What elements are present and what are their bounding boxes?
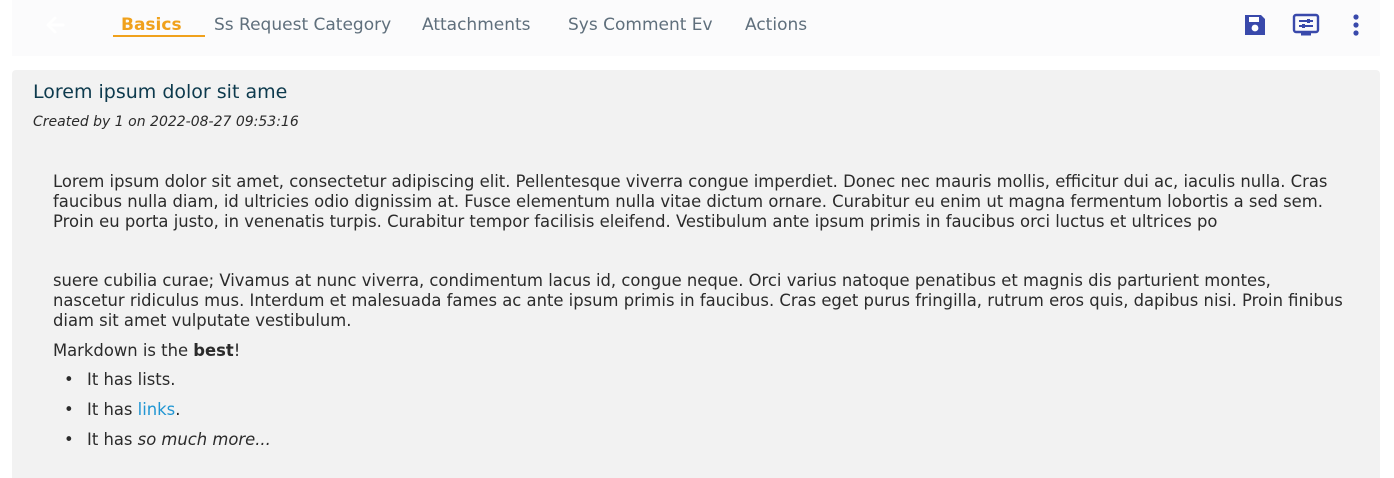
- md-bold-text: best: [193, 341, 234, 360]
- list-item-italic: so much more...: [137, 430, 271, 449]
- record-panel: Lorem ipsum dolor sit ame Created by 1 o…: [12, 70, 1380, 478]
- back-arrow-icon[interactable]: [42, 12, 68, 38]
- record-title: Lorem ipsum dolor sit ame: [33, 81, 288, 103]
- list-item-text: It has lists.: [87, 370, 176, 389]
- list-item-suffix: .: [175, 400, 181, 419]
- tab-attachments[interactable]: Attachments: [422, 0, 531, 40]
- tab-basics[interactable]: Basics: [121, 0, 182, 40]
- tab-actions[interactable]: Actions: [745, 0, 807, 40]
- bullet-icon: •: [64, 400, 74, 419]
- list-item-text: It has: [87, 400, 138, 419]
- active-tab-indicator: [113, 35, 205, 37]
- save-icon[interactable]: [1242, 12, 1268, 42]
- bullet-icon: •: [64, 430, 74, 449]
- tab-ss-request-category[interactable]: Ss Request Category: [214, 0, 391, 40]
- tab-sys-comment-ev[interactable]: Sys Comment Ev: [568, 0, 713, 40]
- list-item-text: It has: [87, 430, 138, 449]
- list-item: • It has so much more...: [64, 430, 1343, 450]
- top-tab-bar: Basics Ss Request Category Attachments S…: [12, 0, 1380, 56]
- paragraph-2: suere cubilia curae; Vivamus at nunc viv…: [53, 271, 1343, 330]
- bullet-icon: •: [64, 370, 74, 389]
- more-vertical-icon[interactable]: [1346, 12, 1366, 42]
- md-suffix-text: !: [233, 341, 241, 360]
- bullet-list: • It has lists. • It has links. • It has…: [53, 370, 1343, 450]
- settings-panel-icon[interactable]: [1292, 12, 1320, 42]
- paragraph-1: Lorem ipsum dolor sit amet, consectetur …: [53, 172, 1328, 231]
- md-prefix-text: Markdown is the: [53, 341, 194, 360]
- created-info: Created by 1 on 2022-08-27 09:53:16: [33, 114, 299, 130]
- markdown-body: Lorem ipsum dolor sit amet, consectetur …: [53, 172, 1343, 460]
- page: Basics Ss Request Category Attachments S…: [0, 0, 1394, 478]
- paragraph-3: Markdown is the best!: [53, 341, 1343, 361]
- links-link[interactable]: links: [138, 400, 176, 419]
- list-item: • It has links.: [64, 400, 1343, 420]
- list-item: • It has lists.: [64, 370, 1343, 390]
